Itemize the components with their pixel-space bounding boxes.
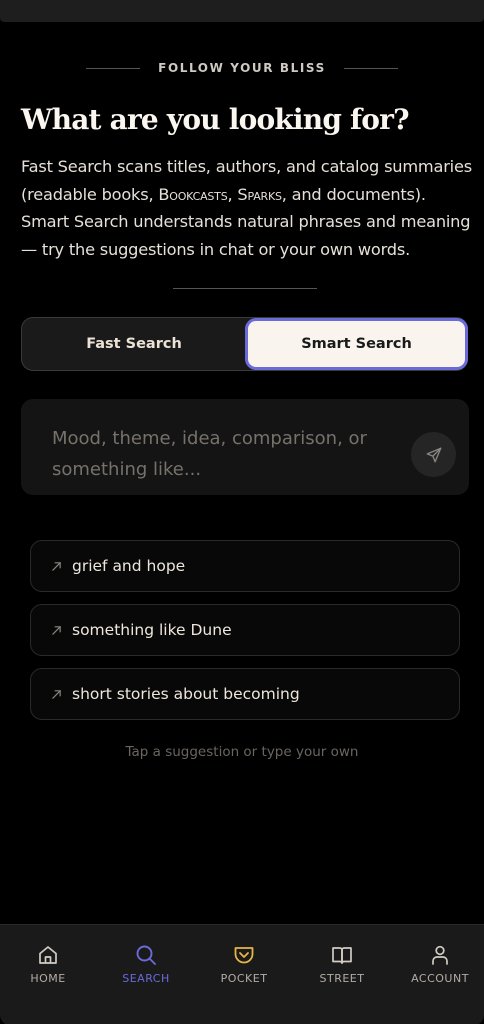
description-bookcasts: Bookcasts xyxy=(158,184,228,204)
pocket-icon xyxy=(232,943,256,967)
description-comma: , xyxy=(227,184,238,204)
eyebrow: FOLLOW YOUR BLISS xyxy=(0,59,484,77)
page-title: What are you looking for? xyxy=(21,103,410,136)
suggestion-chip[interactable]: grief and hope xyxy=(30,540,460,592)
nav-label-home: HOME xyxy=(30,972,66,982)
fast-search-tab[interactable]: Fast Search xyxy=(22,318,246,370)
suggestion-hint: Tap a suggestion or type your own xyxy=(125,744,359,760)
suggestion-label: grief and hope xyxy=(72,557,186,575)
send-button[interactable] xyxy=(411,432,456,477)
smart-search-box: Mood, theme, idea, comparison, or someth… xyxy=(21,399,469,495)
search-input[interactable]: Mood, theme, idea, comparison, or someth… xyxy=(52,423,392,485)
smart-search-label: Smart Search xyxy=(301,336,412,352)
book-icon xyxy=(330,943,354,967)
nav-item-street[interactable]: STREET xyxy=(302,943,382,1003)
arrow-up-right-icon xyxy=(51,625,63,636)
nav-label-search: SEARCH xyxy=(122,972,170,982)
arrow-up-right-icon xyxy=(51,689,63,700)
fast-search-label: Fast Search xyxy=(86,336,182,352)
search-icon xyxy=(134,943,158,967)
nav-label-pocket: POCKET xyxy=(220,972,268,982)
suggestion-label: something like Dune xyxy=(72,621,232,639)
user-icon xyxy=(428,943,452,967)
top-status-bar xyxy=(0,0,484,22)
description-sparks: Sparks xyxy=(237,184,282,204)
eyebrow-right-rule xyxy=(343,67,398,69)
nav-item-search[interactable]: SEARCH xyxy=(106,943,186,1003)
suggestion-chip[interactable]: something like Dune xyxy=(30,604,460,656)
nav-item-pocket[interactable]: POCKET xyxy=(204,943,284,1003)
nav-label-account: ACCOUNT xyxy=(411,972,469,982)
send-icon xyxy=(426,447,441,462)
suggestion-chip[interactable]: short stories about becoming xyxy=(30,668,460,720)
home-icon xyxy=(36,943,60,967)
nav-label-street: STREET xyxy=(319,972,365,982)
eyebrow-text: FOLLOW YOUR BLISS xyxy=(158,61,326,75)
search-mode-toggle: Fast Search Smart Search xyxy=(21,317,468,371)
arrow-up-right-icon xyxy=(51,561,63,572)
nav-item-account[interactable]: ACCOUNT xyxy=(400,943,480,1003)
nav-item-home[interactable]: HOME xyxy=(8,943,88,1003)
eyebrow-left-rule xyxy=(86,67,141,69)
bottom-navigation: HOME SEARCH POCKET STREET ACCOUNT xyxy=(0,924,484,1024)
suggestion-label: short stories about becoming xyxy=(72,685,300,703)
section-divider xyxy=(173,288,317,289)
smart-search-tab[interactable]: Smart Search xyxy=(245,318,468,370)
page-description: Fast Search scans titles, authors, and c… xyxy=(21,153,473,263)
